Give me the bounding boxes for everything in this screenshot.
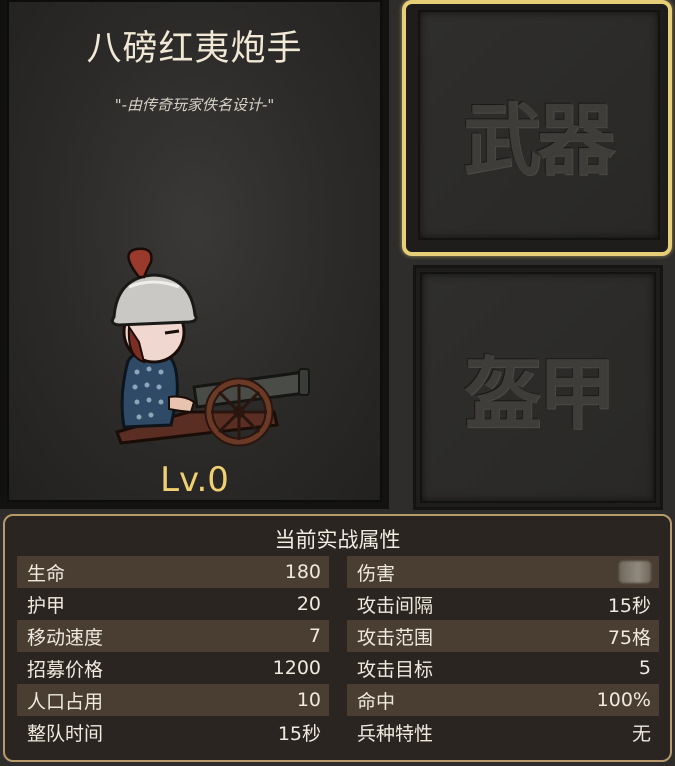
unit-name: 八磅红夷炮手 xyxy=(86,29,303,69)
stat-value: 15秒 xyxy=(277,722,321,745)
stat-label: 护甲 xyxy=(27,594,66,617)
stat-label: 整队时间 xyxy=(27,722,104,745)
stats-column-left: 生命 180 护甲 20 移动速度 7 招募价格 1200 人口占用 10 整队… xyxy=(17,556,329,748)
stat-label: 生命 xyxy=(27,562,66,585)
armor-slot-label: 盔甲 xyxy=(463,349,616,440)
stat-row-damage: 伤害 xyxy=(347,556,659,588)
stat-row-unit-trait: 兵种特性 无 xyxy=(347,716,659,748)
stats-column-right: 伤害 攻击间隔 15秒 攻击范围 75格 攻击目标 5 命中 100% 兵种特性… xyxy=(347,556,659,748)
stat-value: 10 xyxy=(296,689,321,711)
stat-row-accuracy: 命中 100% xyxy=(347,684,659,716)
stat-row-armor: 护甲 20 xyxy=(17,588,329,620)
stat-value: 100% xyxy=(596,689,651,711)
stat-value: 180 xyxy=(284,561,321,583)
stats-panel: 当前实战属性 生命 180 护甲 20 移动速度 7 招募价格 1200 人口占… xyxy=(3,514,672,762)
stat-label: 兵种特性 xyxy=(357,722,434,745)
stat-value: 75格 xyxy=(607,626,651,649)
unit-portrait-card: 八磅红夷炮手 "-由传奇玩家佚名设计-" Lv.0 xyxy=(0,0,389,509)
unit-portrait-frame: 八磅红夷炮手 "-由传奇玩家佚名设计-" Lv.0 xyxy=(7,0,382,502)
stat-value: 15秒 xyxy=(607,594,651,617)
stat-label: 攻击间隔 xyxy=(357,594,434,617)
weapon-slot[interactable]: 武器 xyxy=(402,0,672,256)
stat-label: 招募价格 xyxy=(27,658,104,681)
stat-row-formation-time: 整队时间 15秒 xyxy=(17,716,329,748)
stat-value: 无 xyxy=(631,722,651,745)
armor-slot[interactable]: 盔甲 xyxy=(413,265,663,510)
stat-row-attack-interval: 攻击间隔 15秒 xyxy=(347,588,659,620)
stat-label: 攻击范围 xyxy=(357,626,434,649)
stat-value: 7 xyxy=(308,625,321,647)
stat-value: 20 xyxy=(296,593,321,615)
stat-label: 移动速度 xyxy=(27,626,104,649)
stat-label: 伤害 xyxy=(357,562,396,585)
stat-value: 5 xyxy=(638,657,651,679)
stat-label: 命中 xyxy=(357,690,396,713)
designer-credit: "-由传奇玩家佚名设计-" xyxy=(114,96,275,114)
unit-level: Lv.0 xyxy=(160,460,229,500)
stat-label: 人口占用 xyxy=(27,690,104,713)
weapon-slot-label: 武器 xyxy=(462,95,615,186)
stat-row-hp: 生命 180 xyxy=(17,556,329,588)
stat-row-population: 人口占用 10 xyxy=(17,684,329,716)
stat-label: 攻击目标 xyxy=(357,658,434,681)
damage-value-redacted xyxy=(619,561,651,583)
stat-row-attack-targets: 攻击目标 5 xyxy=(347,652,659,684)
cannoneer-sprite xyxy=(110,247,310,447)
stat-row-move-speed: 移动速度 7 xyxy=(17,620,329,652)
stats-title: 当前实战属性 xyxy=(274,528,401,552)
stat-row-recruit-cost: 招募价格 1200 xyxy=(17,652,329,684)
stat-row-attack-range: 攻击范围 75格 xyxy=(347,620,659,652)
stat-value: 1200 xyxy=(272,657,321,679)
